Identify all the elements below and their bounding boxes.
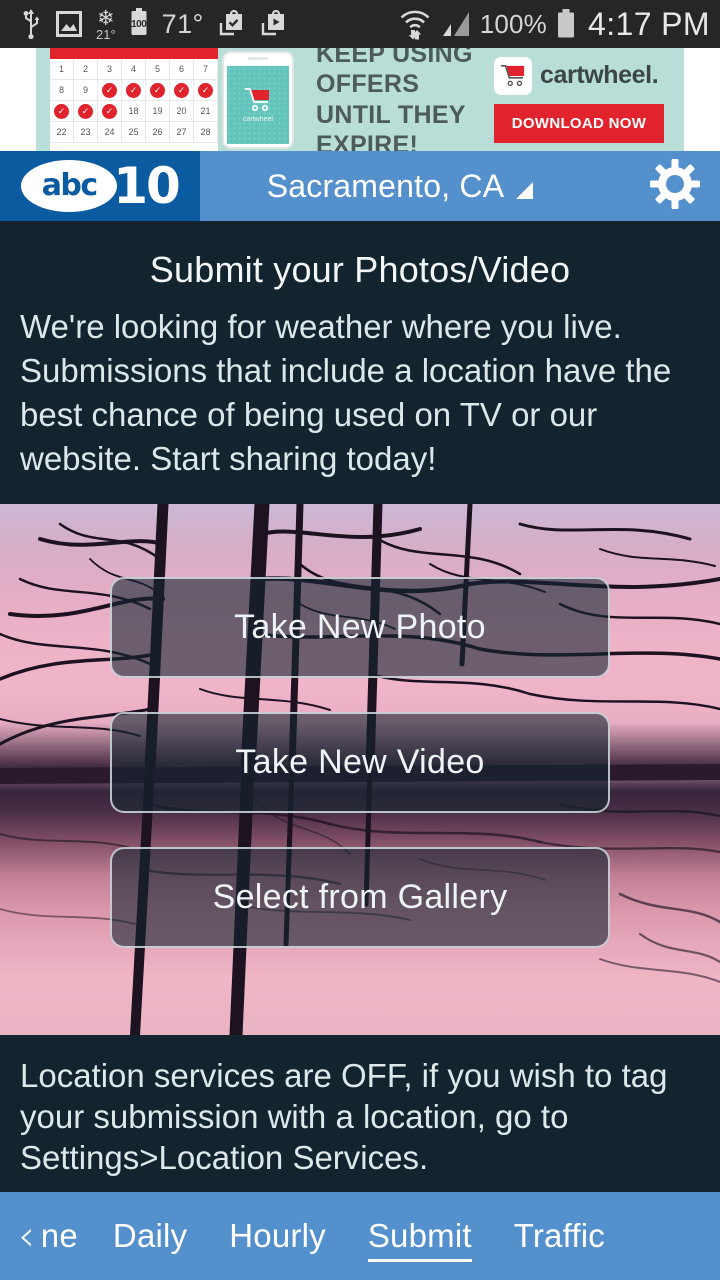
battery-percent: 100% (479, 8, 548, 39)
status-temperature: 71° (161, 8, 204, 39)
channel-number: 10 (113, 157, 181, 215)
location-services-notice: Location services are OFF, if you wish t… (20, 1057, 668, 1177)
cell-signal-icon (441, 10, 471, 38)
nav-item-home[interactable]: ne (41, 1217, 92, 1255)
take-new-video-button[interactable]: Take New Video (110, 712, 610, 813)
gallery-image-icon (56, 11, 82, 37)
nav-item-traffic[interactable]: Traffic (493, 1217, 626, 1255)
submission-buttons: Take New Photo Take New Video Select fro… (0, 504, 720, 1035)
photo-background: Take New Photo Take New Video Select fro… (0, 504, 720, 1035)
gear-icon (649, 158, 701, 215)
abc-logo-oval: abc (21, 160, 118, 212)
nav-item-hourly[interactable]: Hourly (208, 1217, 347, 1255)
ad-brand-block: cartwheel. DOWNLOAD NOW (494, 56, 684, 143)
abc10-logo[interactable]: abc 10 (0, 151, 200, 221)
nav-item-submit[interactable]: Submit (347, 1217, 493, 1262)
chevron-down-icon (516, 181, 534, 199)
usb-icon (22, 9, 42, 39)
back-chevron-icon[interactable]: ‹ (18, 1215, 35, 1257)
ad-calendar-grid: 1234567 89 ✓ ✓ ✓ ✓ ✓ ✓ ✓ ✓ 18 19 20 21 22 23 24 2… (50, 59, 218, 143)
location-notice-section: Location services are OFF, if you wish t… (0, 1035, 720, 1192)
ad-calendar-header (50, 48, 218, 59)
battery-icon (556, 9, 576, 39)
play-store-update-icon (260, 10, 288, 38)
intro-section: Submit your Photos/Video We're looking f… (0, 221, 720, 504)
settings-button[interactable] (630, 158, 720, 215)
play-store-installed-icon (218, 10, 246, 38)
advertisement-banner[interactable]: 1234567 89 ✓ ✓ ✓ ✓ ✓ ✓ ✓ ✓ 18 19 20 21 22 23 24 2… (0, 48, 720, 151)
ad-headline: KEEP USING OFFERS UNTIL THEY EXPIRE! (294, 48, 494, 151)
battery-saver-level: 100 (131, 19, 147, 31)
battery-saver-icon: 100 (130, 7, 148, 41)
cartwheel-logo-icon (494, 56, 532, 95)
app-header: abc 10 Sacramento, CA (0, 151, 720, 221)
ad-phone-caption: cartwheel (243, 115, 273, 123)
ad-content: 1234567 89 ✓ ✓ ✓ ✓ ✓ ✓ ✓ ✓ 18 19 20 21 22 23 24 2… (36, 48, 684, 151)
ad-phone-graphic: cartwheel (222, 50, 294, 149)
ad-phone-cart-icon (245, 87, 269, 111)
location-label: Sacramento, CA (266, 167, 505, 204)
snowflake-icon: ❄ 21° (96, 6, 116, 42)
status-clock: 4:17 PM (588, 5, 710, 42)
take-new-photo-button[interactable]: Take New Photo (110, 577, 610, 678)
bottom-navigation: ‹ ne Daily Hourly Submit Traffic (0, 1192, 720, 1280)
nav-item-daily[interactable]: Daily (92, 1217, 208, 1255)
ad-headline-line2: UNTIL THEY EXPIRE! (316, 100, 466, 152)
abc-logo-text: abc (41, 167, 99, 203)
wifi-icon (398, 8, 432, 40)
ad-brand-name: cartwheel. (540, 61, 659, 89)
ad-download-button[interactable]: DOWNLOAD NOW (494, 103, 664, 143)
location-selector[interactable]: Sacramento, CA (200, 168, 630, 205)
ad-headline-line1: KEEP USING OFFERS (316, 48, 473, 98)
app-screen: ❄ 21° 100 71° 100% 4:17 PM 1 2 3 4 5 6 7… (0, 0, 720, 1280)
status-bar-left-icons: ❄ 21° 100 71° (22, 6, 288, 42)
page-description: We're looking for weather where you live… (20, 308, 672, 477)
select-from-gallery-button[interactable]: Select from Gallery (110, 847, 610, 948)
ad-calendar-graphic: 1234567 89 ✓ ✓ ✓ ✓ ✓ ✓ ✓ ✓ 18 19 20 21 22 23 24 2… (50, 48, 218, 151)
page-title: Submit your Photos/Video (149, 249, 571, 290)
status-bar: ❄ 21° 100 71° 100% 4:17 PM (0, 0, 720, 48)
status-bar-right-icons: 100% 4:17 PM (398, 6, 710, 43)
